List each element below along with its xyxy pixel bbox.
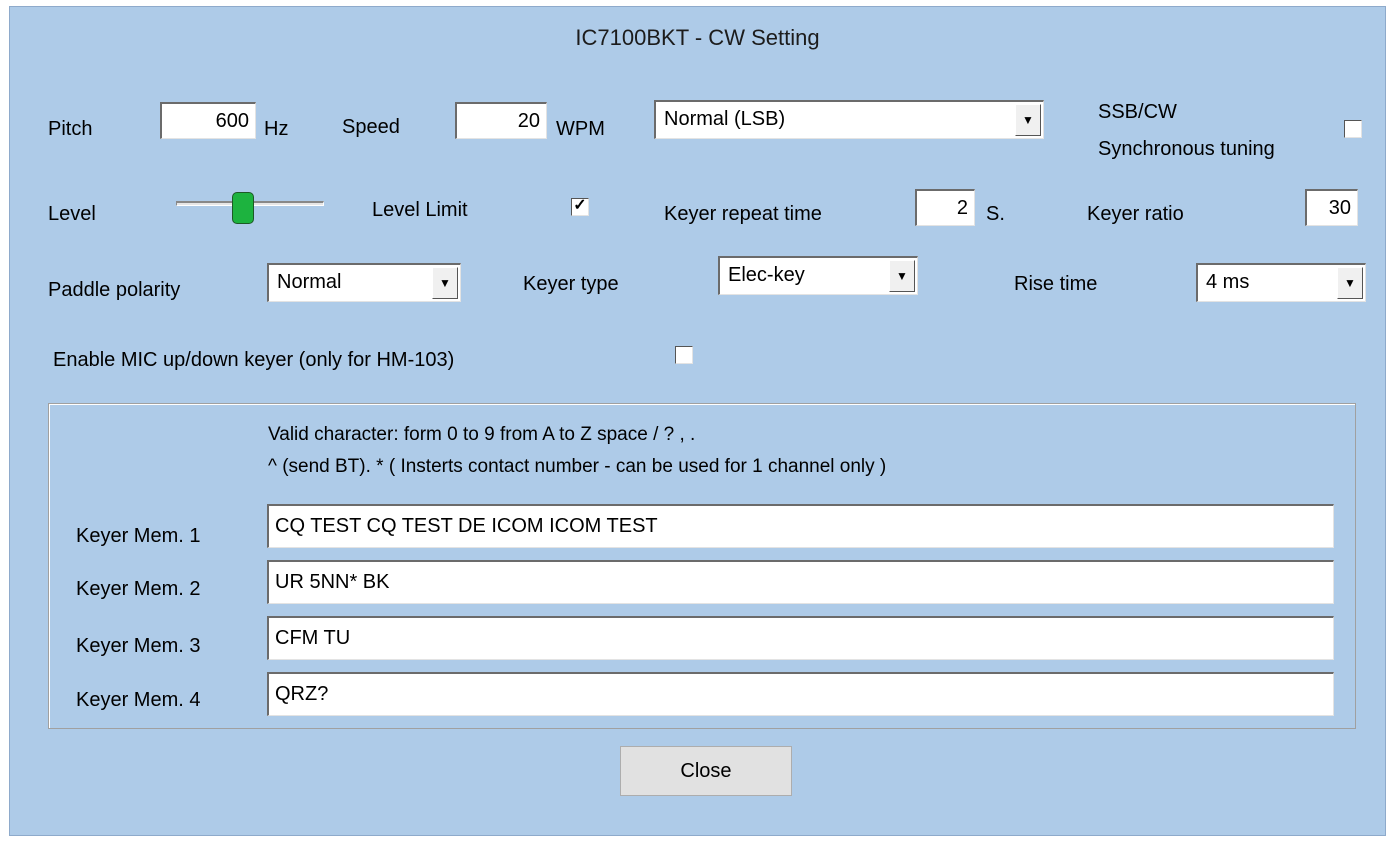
check-mark-icon: ✓: [573, 197, 587, 214]
keyer-mem-label: Keyer Mem. 3: [76, 635, 201, 657]
keyer-mem-label: Keyer Mem. 1: [76, 525, 201, 547]
keyer-repeat-label: Keyer repeat time: [664, 203, 822, 225]
keyer-mem-input[interactable]: [267, 560, 1334, 604]
rise-time-label: Rise time: [1014, 273, 1098, 295]
paddle-polarity-select[interactable]: Normal ▼: [267, 263, 461, 302]
level-slider-thumb[interactable]: [231, 192, 254, 224]
paddle-polarity-value: Normal: [277, 271, 342, 293]
keyer-ratio-label: Keyer ratio: [1087, 203, 1184, 225]
level-limit-checkbox[interactable]: ✓: [571, 198, 589, 216]
keyer-repeat-unit: S.: [986, 203, 1005, 225]
keyer-type-select[interactable]: Elec-key ▼: [718, 256, 918, 295]
speed-label: Speed: [342, 116, 400, 138]
chevron-down-icon[interactable]: ▼: [1337, 267, 1363, 299]
level-limit-label: Level Limit: [372, 199, 468, 221]
sync-tuning-label-line1: SSB/CW: [1098, 101, 1177, 123]
keyer-mem-input[interactable]: [267, 616, 1334, 660]
chevron-down-icon[interactable]: ▼: [889, 260, 915, 292]
mode-select-value: Normal (LSB): [664, 108, 786, 130]
keyer-mem-label: Keyer Mem. 2: [76, 578, 201, 600]
pitch-input[interactable]: [160, 102, 256, 139]
mic-keyer-checkbox[interactable]: [675, 346, 693, 364]
sync-tuning-label-line2: Synchronous tuning: [1098, 138, 1275, 160]
mode-select[interactable]: Normal (LSB) ▼: [654, 100, 1044, 139]
keyer-type-label: Keyer type: [523, 273, 619, 295]
keyer-repeat-input[interactable]: [915, 189, 975, 226]
speed-input[interactable]: [455, 102, 547, 139]
mic-keyer-label: Enable MIC up/down keyer (only for HM-10…: [53, 349, 455, 371]
speed-unit: WPM: [556, 118, 605, 140]
window-title: IC7100BKT - CW Setting: [575, 25, 820, 50]
chevron-down-icon[interactable]: ▼: [1015, 104, 1041, 136]
keyer-type-value: Elec-key: [728, 264, 805, 286]
keyer-mem-input[interactable]: [267, 504, 1334, 548]
keyer-ratio-input[interactable]: [1305, 189, 1358, 226]
keyer-mem-input[interactable]: [267, 672, 1334, 716]
memory-help-line1: Valid character: form 0 to 9 from A to Z…: [268, 424, 696, 445]
paddle-polarity-label: Paddle polarity: [48, 279, 181, 301]
sync-tuning-checkbox[interactable]: [1344, 120, 1362, 138]
close-button[interactable]: Close: [620, 746, 792, 796]
rise-time-value: 4 ms: [1206, 271, 1250, 293]
pitch-label: Pitch: [48, 118, 93, 140]
chevron-down-icon[interactable]: ▼: [432, 267, 458, 299]
memory-help-line2: ^ (send BT). * ( Insterts contact number…: [268, 456, 887, 477]
keyer-mem-label: Keyer Mem. 4: [76, 689, 201, 711]
pitch-unit: Hz: [264, 118, 289, 140]
level-label: Level: [48, 203, 96, 225]
rise-time-select[interactable]: 4 ms ▼: [1196, 263, 1366, 302]
